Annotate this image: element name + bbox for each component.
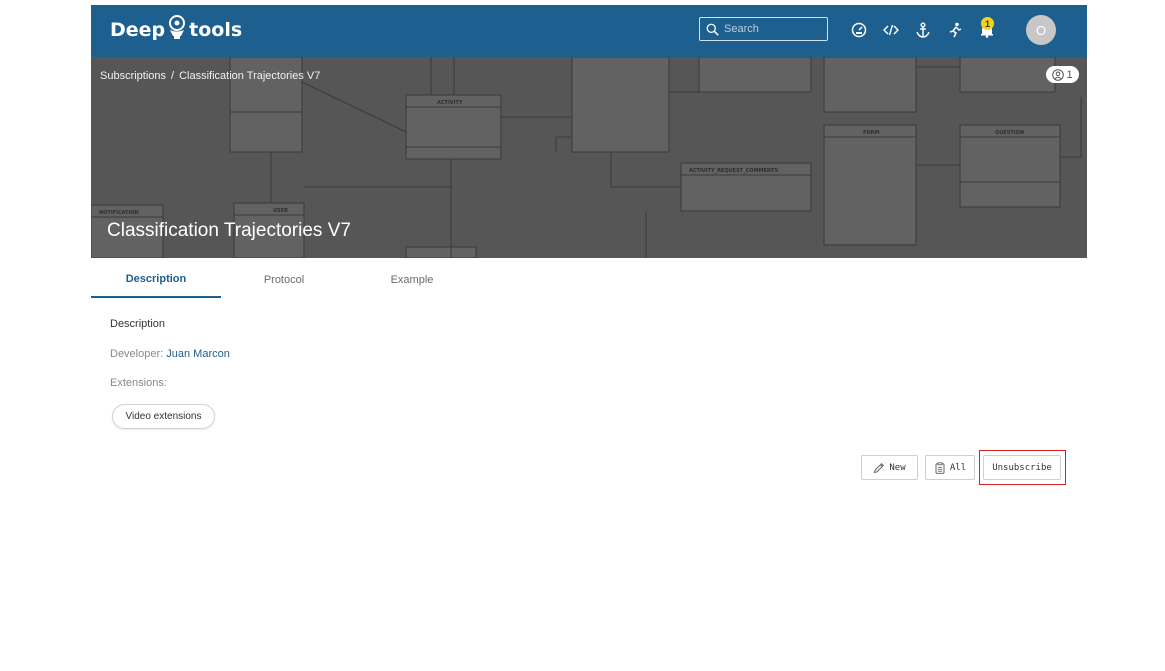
tab-description[interactable]: Description (91, 262, 221, 298)
developer-button[interactable] (880, 19, 902, 41)
diagram-label-form: FORM (863, 130, 880, 136)
diagram-label-activity: ACTIVITY (437, 100, 463, 106)
app-logo[interactable]: Deep tools (110, 15, 243, 41)
diagram-label-notification: NOTIFICATION (99, 210, 139, 216)
notifications-button[interactable]: 1 (976, 17, 998, 41)
search-icon (706, 23, 719, 36)
extensions-label: Extensions: (110, 377, 167, 389)
tab-bar: Description Protocol Example (91, 262, 491, 298)
subscribers-count: 1 (1066, 68, 1073, 81)
activity-button[interactable] (944, 19, 966, 41)
diagram-label-user: USER (273, 208, 288, 214)
all-button-label: All (949, 462, 967, 473)
running-person-icon (949, 22, 962, 38)
search-placeholder: Search (724, 23, 759, 35)
tab-example[interactable]: Example (347, 262, 477, 298)
breadcrumb-separator: / (171, 70, 175, 82)
subscription-banner: ACTIVITY USER NOTIFICATION FORM QUESTION… (91, 57, 1087, 258)
diagram-label-question: QUESTION (995, 130, 1024, 136)
user-circle-icon (1052, 68, 1065, 81)
dashboard-button[interactable] (848, 19, 870, 41)
pencil-icon (874, 462, 885, 473)
extension-chip-video[interactable]: Video extensions (112, 404, 215, 429)
page-title: Classification Trajectories V7 (107, 220, 351, 241)
logo-text-right: tools (189, 19, 243, 41)
tab-protocol[interactable]: Protocol (219, 262, 349, 298)
user-avatar[interactable]: O (1026, 15, 1056, 45)
diagram-label-activity-request-comments: ACTIVITY_REQUEST_COMMENTS (689, 168, 778, 174)
developer-label: Developer: (110, 348, 164, 360)
subscribers-count-badge[interactable]: 1 (1046, 66, 1079, 83)
unsubscribe-button[interactable]: Unsubscribe (983, 455, 1061, 480)
speedometer-icon (851, 22, 867, 38)
breadcrumb: Subscriptions / Classification Trajector… (100, 70, 320, 82)
lightbulb-icon (169, 15, 186, 39)
new-button[interactable]: New (861, 455, 918, 480)
new-button-label: New (889, 462, 906, 473)
top-navbar: Deep tools Search 1 O (91, 5, 1087, 57)
code-icon (883, 24, 899, 36)
developer-link[interactable]: Juan Marcon (166, 348, 230, 360)
breadcrumb-subscriptions-link[interactable]: Subscriptions (100, 70, 166, 82)
search-input[interactable]: Search (699, 17, 828, 41)
breadcrumb-current: Classification Trajectories V7 (179, 70, 321, 82)
description-heading: Description (110, 318, 166, 330)
anchor-button[interactable] (912, 19, 934, 41)
all-button[interactable]: All (925, 455, 975, 480)
clipboard-icon (935, 461, 945, 474)
logo-text-left: Deep (110, 19, 166, 41)
developer-line: Developer: Juan Marcon (110, 348, 230, 360)
notification-badge: 1 (981, 17, 994, 30)
anchor-icon (916, 22, 930, 38)
